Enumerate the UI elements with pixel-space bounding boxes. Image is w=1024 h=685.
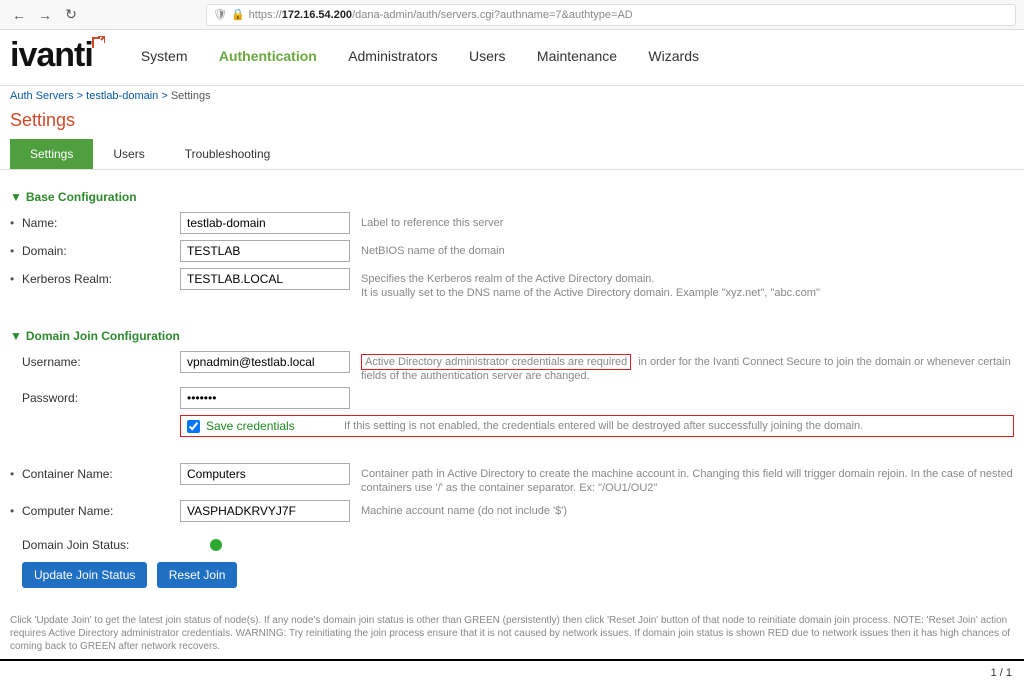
label-password: Password:: [22, 387, 180, 405]
url-bar[interactable]: 🛡 🔒 https://172.16.54.200/dana-admin/aut…: [206, 4, 1016, 26]
label-computer: Computer Name:: [22, 500, 180, 518]
row-password: Password:: [10, 387, 1014, 411]
page-title: Settings: [10, 110, 1014, 131]
row-join-status: Domain Join Status:: [22, 538, 1014, 552]
breadcrumb-testlab-domain[interactable]: testlab-domain: [86, 90, 158, 102]
spacer: [10, 351, 22, 355]
help-username-highlight: Active Directory administrator credentia…: [361, 354, 631, 370]
input-kerberos[interactable]: [180, 268, 350, 290]
forward-button[interactable]: →: [34, 4, 56, 26]
row-computer: • Computer Name: Machine account name (d…: [10, 500, 1014, 524]
shield-icon: 🛡: [213, 8, 227, 21]
url-host: 172.16.54.200: [282, 9, 352, 21]
section-base-config[interactable]: ▼ Base Configuration: [10, 190, 1014, 204]
required-marker: •: [10, 500, 22, 518]
help-name: Label to reference this server: [355, 212, 1014, 230]
url-path: /dana-admin/auth/servers.cgi?authname=7&…: [352, 9, 633, 21]
content-area: ▼ Base Configuration • Name: Label to re…: [0, 170, 1024, 608]
label-kerberos: Kerberos Realm:: [22, 268, 180, 286]
tab-troubleshooting[interactable]: Troubleshooting: [165, 139, 291, 169]
help-computer: Machine account name (do not include '$'…: [355, 500, 1014, 518]
page-counter: 1 / 1: [0, 659, 1024, 685]
nav-users[interactable]: Users: [455, 44, 520, 68]
help-container: Container path in Active Directory to cr…: [355, 463, 1014, 496]
label-container: Container Name:: [22, 463, 180, 481]
input-domain[interactable]: [180, 240, 350, 262]
input-container[interactable]: [180, 463, 350, 485]
row-name: • Name: Label to reference this server: [10, 212, 1014, 236]
save-credentials-row: Save credentials If this setting is not …: [180, 415, 1014, 437]
input-username[interactable]: [180, 351, 350, 373]
input-password[interactable]: [180, 387, 350, 409]
required-marker: •: [10, 463, 22, 481]
lock-icon: 🔒: [231, 8, 245, 21]
save-credentials-block: Save credentials If this setting is not …: [180, 415, 1014, 437]
reset-join-button[interactable]: Reset Join: [157, 562, 238, 588]
logo-mark-icon: [91, 36, 105, 50]
breadcrumb-auth-servers[interactable]: Auth Servers: [10, 90, 74, 102]
help-kerberos: Specifies the Kerberos realm of the Acti…: [355, 268, 1014, 301]
brand-text: ivanti: [10, 36, 93, 74]
required-marker: •: [10, 212, 22, 230]
checkbox-save-credentials[interactable]: [187, 420, 200, 433]
help-save-credentials: If this setting is not enabled, the cred…: [344, 420, 1007, 432]
update-join-status-button[interactable]: Update Join Status: [22, 562, 147, 588]
row-container: • Container Name: Container path in Acti…: [10, 463, 1014, 496]
row-username: Username: Active Directory administrator…: [10, 351, 1014, 384]
label-domain: Domain:: [22, 240, 180, 258]
reload-button[interactable]: ↻: [60, 4, 82, 26]
chevron-down-icon: ▼: [10, 190, 22, 204]
browser-toolbar: ← → ↻ 🛡 🔒 https://172.16.54.200/dana-adm…: [0, 0, 1024, 30]
chevron-down-icon: ▼: [10, 329, 22, 343]
label-name: Name:: [22, 212, 180, 230]
help-username: Active Directory administrator credentia…: [355, 351, 1014, 384]
breadcrumb-current: Settings: [171, 90, 211, 102]
tab-users[interactable]: Users: [93, 139, 164, 169]
label-username: Username:: [22, 351, 180, 369]
help-password: [355, 387, 1014, 391]
required-marker: •: [10, 240, 22, 258]
label-save-credentials: Save credentials: [206, 419, 295, 433]
input-name[interactable]: [180, 212, 350, 234]
nav-authentication[interactable]: Authentication: [205, 44, 331, 68]
url-prefix: https://: [249, 9, 282, 21]
app-header: ivanti System Authentication Administrat…: [0, 30, 1024, 86]
section-join-title: Domain Join Configuration: [26, 329, 180, 343]
logo: ivanti: [10, 36, 103, 75]
section-base-title: Base Configuration: [26, 190, 137, 204]
spacer: [10, 387, 22, 391]
nav-wizards[interactable]: Wizards: [634, 44, 713, 68]
nav-maintenance[interactable]: Maintenance: [523, 44, 631, 68]
row-kerberos: • Kerberos Realm: Specifies the Kerberos…: [10, 268, 1014, 301]
button-row: Update Join Status Reset Join: [10, 562, 1014, 588]
label-join-status: Domain Join Status:: [22, 538, 210, 552]
tab-settings[interactable]: Settings: [10, 139, 93, 169]
section-domain-join[interactable]: ▼ Domain Join Configuration: [10, 329, 1014, 343]
top-nav: System Authentication Administrators Use…: [127, 44, 713, 68]
input-computer[interactable]: [180, 500, 350, 522]
breadcrumb: Auth Servers > testlab-domain > Settings: [0, 86, 1024, 106]
status-indicator-green: [210, 539, 222, 551]
sub-tabs: Settings Users Troubleshooting: [0, 139, 1024, 170]
back-button[interactable]: ←: [8, 4, 30, 26]
nav-system[interactable]: System: [127, 44, 202, 68]
footnote: Click 'Update Join' to get the latest jo…: [0, 608, 1024, 653]
help-domain: NetBIOS name of the domain: [355, 240, 1014, 258]
nav-administrators[interactable]: Administrators: [334, 44, 451, 68]
required-marker: •: [10, 268, 22, 286]
row-domain: • Domain: NetBIOS name of the domain: [10, 240, 1014, 264]
